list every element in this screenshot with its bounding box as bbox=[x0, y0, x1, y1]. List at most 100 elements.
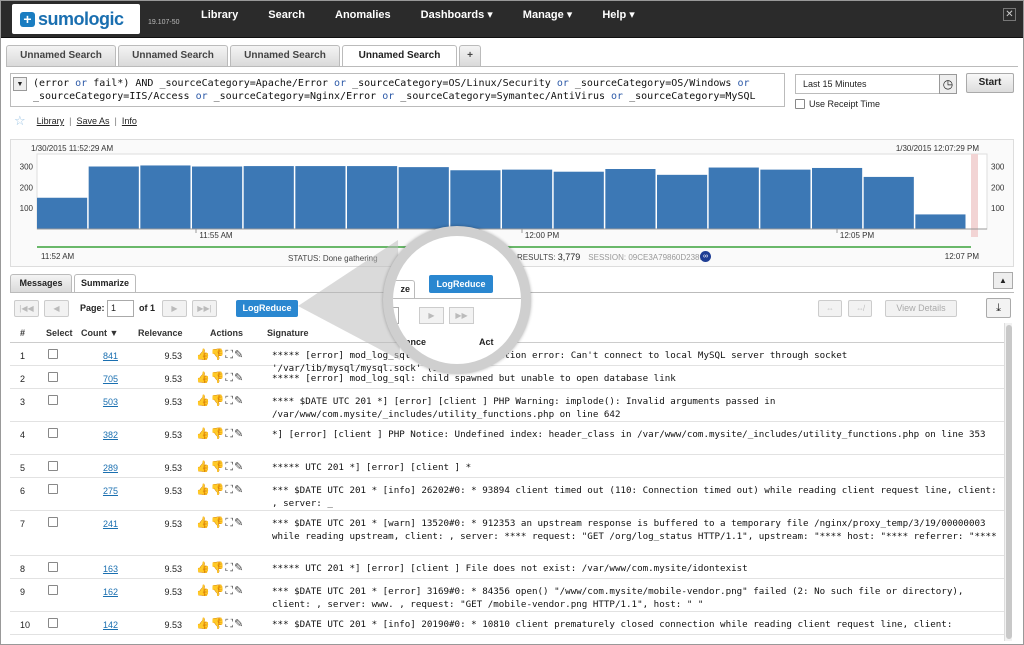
nav-anomalies[interactable]: Anomalies bbox=[320, 0, 406, 30]
nav-library[interactable]: Library bbox=[186, 0, 253, 30]
row-actions-icons[interactable]: 👍👎⛶✎ bbox=[196, 460, 244, 474]
row-count-link[interactable]: 382 bbox=[92, 430, 118, 440]
col-count[interactable]: Count ▼ bbox=[81, 328, 118, 338]
close-icon[interactable]: ✕ bbox=[1003, 8, 1016, 21]
save-as-link[interactable]: Save As bbox=[77, 116, 110, 126]
row-count-link[interactable]: 705 bbox=[92, 374, 118, 384]
table-row[interactable]: 6 275 9.53 👍👎⛶✎ *** $DATE UTC 201 * [info] 2… bbox=[10, 478, 1004, 511]
tab-unnamed-search-2[interactable]: Unnamed Search bbox=[118, 45, 228, 66]
x-tick-label: 12:00 PM bbox=[525, 231, 560, 240]
query-text[interactable]: (error or fail*) AND _sourceCategory=Apa… bbox=[33, 77, 778, 103]
checkbox[interactable] bbox=[48, 372, 58, 382]
row-count-link[interactable]: 503 bbox=[92, 397, 118, 407]
row-actions-icons[interactable]: 👍👎⛶✎ bbox=[196, 516, 244, 530]
row-select-checkbox[interactable] bbox=[48, 618, 62, 631]
row-select-checkbox[interactable] bbox=[48, 484, 62, 497]
checkbox[interactable] bbox=[48, 585, 58, 595]
row-actions-icons[interactable]: 👍👎⛶✎ bbox=[196, 394, 244, 408]
col-relevance[interactable]: Relevance bbox=[138, 328, 183, 338]
checkbox[interactable] bbox=[48, 517, 58, 527]
table-row[interactable]: 7 241 9.53 👍👎⛶✎ *** $DATE UTC 201 * [warn] 1… bbox=[10, 511, 1004, 556]
row-actions-icons[interactable]: 👍👎⛶✎ bbox=[196, 617, 244, 631]
receipt-time-checkbox[interactable] bbox=[795, 99, 805, 109]
checkbox[interactable] bbox=[48, 428, 58, 438]
row-select-checkbox[interactable] bbox=[48, 372, 62, 385]
view-details-button[interactable]: View Details bbox=[885, 300, 957, 317]
row-count-link[interactable]: 163 bbox=[92, 564, 118, 574]
checkbox[interactable] bbox=[48, 395, 58, 405]
table-row[interactable]: 4 382 9.53 👍👎⛶✎ *] [error] [client ] PHP Not… bbox=[10, 422, 1004, 455]
row-number: 8 bbox=[20, 564, 26, 574]
query-dropdown-icon[interactable]: ▼ bbox=[13, 77, 27, 91]
row-actions-icons[interactable]: 👍👎⛶✎ bbox=[196, 584, 244, 598]
table-row[interactable]: 10 142 9.53 👍👎⛶✎ *** $DATE UTC 201 * [info] … bbox=[10, 612, 1004, 635]
row-count-link[interactable]: 162 bbox=[92, 587, 118, 597]
start-button[interactable]: Start bbox=[966, 73, 1014, 93]
tab-unnamed-search-1[interactable]: Unnamed Search bbox=[6, 45, 116, 66]
library-link[interactable]: Library bbox=[37, 116, 65, 126]
info-link[interactable]: Info bbox=[122, 116, 137, 126]
histogram-bar bbox=[450, 170, 501, 229]
checkbox[interactable] bbox=[48, 349, 58, 359]
nav-help[interactable]: Help ▾ bbox=[587, 0, 649, 30]
download-icon[interactable]: ⤓ bbox=[986, 298, 1011, 318]
row-count-link[interactable]: 142 bbox=[92, 620, 118, 630]
y-tick-label-left: 100 bbox=[20, 204, 34, 213]
star-icon[interactable]: ☆ bbox=[14, 113, 26, 129]
nav-dashboards[interactable]: Dashboards ▾ bbox=[406, 0, 508, 30]
prev-page-button[interactable]: ◀ bbox=[44, 300, 69, 317]
row-number: 3 bbox=[20, 397, 26, 407]
tab-unnamed-search-3[interactable]: Unnamed Search bbox=[230, 45, 340, 66]
query-editor[interactable]: ▼ (error or fail*) AND _sourceCategory=A… bbox=[10, 73, 785, 107]
histogram-bar bbox=[502, 169, 553, 229]
histogram-bar bbox=[657, 174, 708, 229]
logreduce-button[interactable]: LogReduce bbox=[236, 300, 298, 317]
row-count-link[interactable]: 841 bbox=[92, 351, 118, 361]
first-page-button[interactable]: |◀◀ bbox=[14, 300, 39, 317]
row-count-link[interactable]: 275 bbox=[92, 486, 118, 496]
tab-summarize[interactable]: Summarize bbox=[74, 274, 136, 293]
use-receipt-time-option[interactable]: Use Receipt Time bbox=[795, 99, 880, 109]
row-select-checkbox[interactable] bbox=[48, 585, 62, 598]
histogram-bar bbox=[192, 166, 243, 229]
table-row[interactable]: 5 289 9.53 👍👎⛶✎ ***** UTC 201 *] [error] [cl… bbox=[10, 455, 1004, 478]
row-count-link[interactable]: 241 bbox=[92, 519, 118, 529]
checkbox[interactable] bbox=[48, 618, 58, 628]
row-actions-icons[interactable]: 👍👎⛶✎ bbox=[196, 483, 244, 497]
row-select-checkbox[interactable] bbox=[48, 349, 62, 362]
link-icon[interactable]: ∞ bbox=[700, 251, 711, 262]
row-count-link[interactable]: 289 bbox=[92, 463, 118, 473]
checkbox[interactable] bbox=[48, 484, 58, 494]
table-scrollbar[interactable] bbox=[1004, 323, 1012, 641]
table-row[interactable]: 2 705 9.53 👍👎⛶✎ ***** [error] mod_log_sql: c… bbox=[10, 366, 1004, 389]
row-select-checkbox[interactable] bbox=[48, 428, 62, 441]
nav-search[interactable]: Search bbox=[253, 0, 320, 30]
row-actions-icons[interactable]: 👍👎⛶✎ bbox=[196, 348, 244, 362]
sumologic-logo[interactable]: + sumologic bbox=[12, 4, 140, 34]
row-actions-icons[interactable]: 👍👎⛶✎ bbox=[196, 427, 244, 441]
scrollbar-thumb[interactable] bbox=[1006, 325, 1012, 639]
collapse-up-icon[interactable]: ▲ bbox=[993, 272, 1013, 289]
row-select-checkbox[interactable] bbox=[48, 395, 62, 408]
time-range-input[interactable]: Last 15 Minutes bbox=[795, 74, 940, 94]
table-row[interactable]: 9 162 9.53 👍👎⛶✎ *** $DATE UTC 201 * [error] … bbox=[10, 579, 1004, 612]
table-row[interactable]: 8 163 9.53 👍👎⛶✎ ***** UTC 201 *] [error] [cl… bbox=[10, 556, 1004, 579]
clock-icon[interactable]: ◷ bbox=[939, 74, 957, 94]
checkbox[interactable] bbox=[48, 562, 58, 572]
tab-messages[interactable]: Messages bbox=[10, 274, 72, 292]
row-actions-icons[interactable]: 👍👎⛶✎ bbox=[196, 561, 244, 575]
row-select-checkbox[interactable] bbox=[48, 562, 62, 575]
add-tab-button[interactable]: + bbox=[459, 45, 481, 66]
page-input[interactable]: 1 bbox=[107, 300, 134, 317]
tab-unnamed-search-active[interactable]: Unnamed Search bbox=[342, 45, 457, 67]
table-row[interactable]: 3 503 9.53 👍👎⛶✎ **** $DATE UTC 201 *] [error… bbox=[10, 389, 1004, 422]
row-relevance: 9.53 bbox=[164, 374, 182, 384]
row-select-checkbox[interactable] bbox=[48, 461, 62, 474]
col-signature[interactable]: Signature bbox=[267, 328, 309, 338]
checkbox[interactable] bbox=[48, 461, 58, 471]
next-page-button[interactable]: ▶ bbox=[162, 300, 187, 317]
last-page-button[interactable]: ▶▶| bbox=[192, 300, 217, 317]
row-actions-icons[interactable]: 👍👎⛶✎ bbox=[196, 371, 244, 385]
row-select-checkbox[interactable] bbox=[48, 517, 62, 530]
nav-manage[interactable]: Manage ▾ bbox=[508, 0, 588, 30]
